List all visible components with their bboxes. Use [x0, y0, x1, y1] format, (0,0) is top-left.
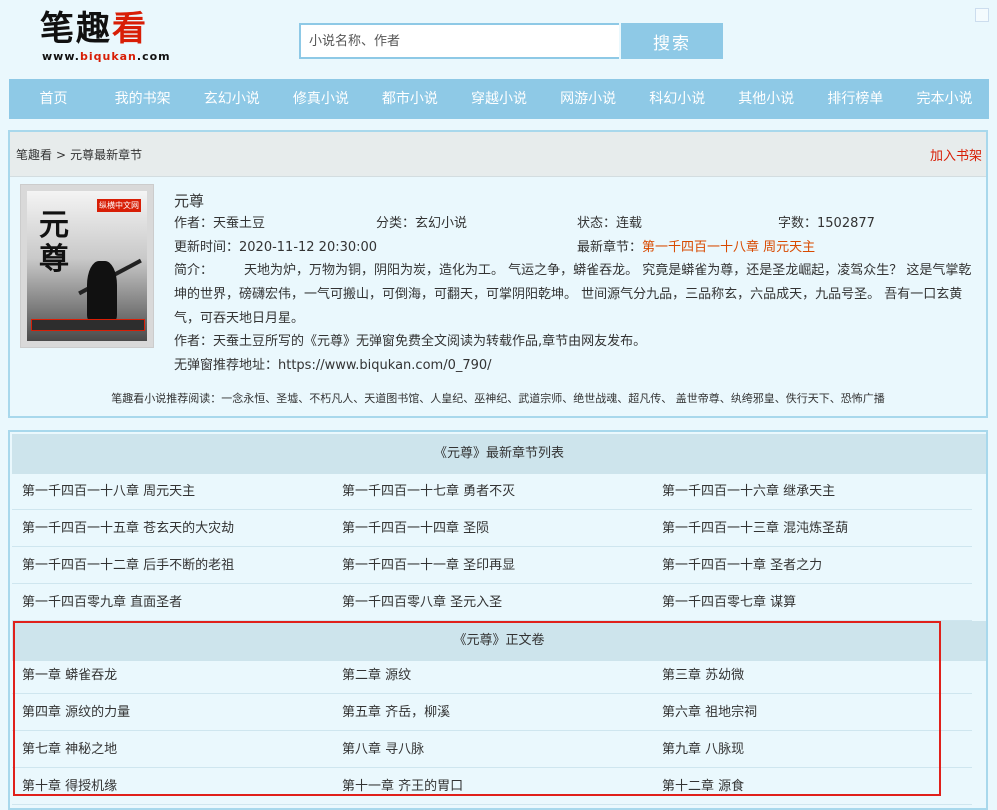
add-to-shelf-button[interactable]: 加入书架 — [930, 145, 982, 164]
latest-chapter-item[interactable]: 第一千四百零八章 圣元入圣 — [332, 585, 652, 621]
nav-item-completed[interactable]: 完本小说 — [900, 79, 989, 119]
recommend-url: 无弹窗推荐地址：https://www.biqukan.com/0_790/ — [174, 358, 492, 373]
latest-chapter-item[interactable]: 第一千四百一十章 圣者之力 — [652, 548, 972, 584]
nav-item-bookshelf[interactable]: 我的书架 — [98, 79, 187, 119]
main-nav: 首页 我的书架 玄幻小说 修真小说 都市小说 穿越小说 网游小说 科幻小说 其他… — [9, 79, 989, 119]
latest-chapter-item[interactable]: 第一千四百一十四章 圣陨 — [332, 511, 652, 547]
breadcrumb-separator: > — [56, 148, 67, 162]
logo-url: www.biqukan.com — [42, 50, 171, 63]
nav-item-urban[interactable]: 都市小说 — [365, 79, 454, 119]
chapter-item[interactable]: 第十二章 源食 — [652, 769, 972, 805]
cover-strip — [31, 319, 145, 331]
book-update-time: 更新时间：2020-11-12 20:30:00 — [174, 240, 378, 255]
intro-text: 天地为炉，万物为铜，阴阳为炭，造化为工。 气运之争，蟒雀吞龙。 究竟是蟒雀为尊，… — [174, 263, 972, 326]
book-author: 作者：天蚕土豆 — [174, 216, 266, 231]
search-button[interactable]: 搜索 — [621, 23, 723, 59]
nav-item-game[interactable]: 网游小说 — [544, 79, 633, 119]
site-logo[interactable]: 笔趣看 www.biqukan.com — [40, 8, 180, 64]
latest-chapter-link[interactable]: 第一千四百一十八章 周元天主 — [642, 240, 815, 255]
breadcrumb-bar: 笔趣看 > 元尊最新章节 加入书架 — [10, 132, 986, 177]
latest-chapter-item[interactable]: 第一千四百一十六章 继承天主 — [652, 474, 972, 510]
main-volume-heading: 《元尊》正文卷 — [12, 621, 986, 661]
book-status: 状态：连载 — [577, 216, 643, 231]
cover-figure-graphic — [87, 261, 117, 321]
nav-item-xianxia[interactable]: 修真小说 — [276, 79, 365, 119]
latest-chapter-item[interactable]: 第一千四百一十五章 苍玄天的大灾劫 — [12, 511, 332, 547]
book-word-count: 字数：1502877 — [778, 216, 875, 231]
logo-text: 笔趣看 — [40, 9, 148, 49]
latest-chapter-item[interactable]: 第一千四百一十二章 后手不断的老祖 — [12, 548, 332, 584]
book-cover[interactable]: 纵横中文网 元尊 — [20, 184, 154, 348]
cover-image: 纵横中文网 元尊 — [27, 191, 147, 341]
chapter-item[interactable]: 第九章 八脉现 — [652, 732, 972, 768]
breadcrumb: 笔趣看 > 元尊最新章节 — [16, 146, 142, 163]
nav-item-home[interactable]: 首页 — [9, 79, 98, 119]
chapter-item[interactable]: 第十章 得授机缘 — [12, 769, 332, 805]
book-title: 元尊 — [174, 192, 205, 210]
latest-chapter-item[interactable]: 第一千四百零七章 谋算 — [652, 585, 972, 621]
nav-item-time-travel[interactable]: 穿越小说 — [454, 79, 543, 119]
site-header: 笔趣看 www.biqukan.com 搜索 — [0, 0, 997, 72]
latest-chapter-label: 最新章节： — [577, 240, 643, 255]
nav-item-fantasy[interactable]: 玄幻小说 — [187, 79, 276, 119]
chapter-item[interactable]: 第六章 祖地宗祠 — [652, 695, 972, 731]
breadcrumb-home[interactable]: 笔趣看 — [16, 148, 52, 162]
search-input[interactable] — [299, 23, 619, 59]
book-info-panel: 笔趣看 > 元尊最新章节 加入书架 纵横中文网 元尊 元尊 作者：天蚕土豆 分类：玄… — [8, 130, 988, 418]
chapter-item[interactable]: 第八章 寻八脉 — [332, 732, 652, 768]
nav-item-ranking[interactable]: 排行榜单 — [811, 79, 900, 119]
chapter-item[interactable]: 第十一章 齐王的胃口 — [332, 769, 652, 805]
chapter-item[interactable]: 第五章 齐岳，柳溪 — [332, 695, 652, 731]
search-bar: 搜索 — [299, 23, 723, 59]
latest-chapter-item[interactable]: 第一千四百一十三章 混沌炼圣葫 — [652, 511, 972, 547]
chapter-list-panel: 《元尊》最新章节列表 第一千四百一十八章 周元天主 第一千四百一十七章 勇者不灭… — [8, 430, 988, 810]
latest-chapter-item[interactable]: 第一千四百一十七章 勇者不灭 — [332, 474, 652, 510]
chapter-item[interactable]: 第四章 源纹的力量 — [12, 695, 332, 731]
chapter-item[interactable]: 第三章 苏幼微 — [652, 658, 972, 694]
nav-item-other[interactable]: 其他小说 — [722, 79, 811, 119]
corner-checkbox[interactable] — [975, 8, 989, 22]
chapter-item[interactable]: 第二章 源纹 — [332, 658, 652, 694]
intro-label: 简介： — [174, 263, 214, 278]
latest-chapter-item[interactable]: 第一千四百一十一章 圣印再显 — [332, 548, 652, 584]
recommend-list: 笔趣看小说推荐阅读：一念永恒、圣墟、不朽凡人、天道图书馆、人皇纪、巫神纪、武道宗… — [111, 392, 885, 405]
author-note: 作者：天蚕土豆所写的《元尊》无弹窗免费全文阅读为转载作品,章节由网友发布。 — [174, 334, 647, 349]
book-latest: 最新章节：第一千四百一十八章 周元天主 — [577, 236, 815, 255]
cover-title: 元尊 — [39, 208, 69, 277]
latest-chapter-item[interactable]: 第一千四百零九章 直面圣者 — [12, 585, 332, 621]
nav-item-scifi[interactable]: 科幻小说 — [633, 79, 722, 119]
chapter-item[interactable]: 第七章 神秘之地 — [12, 732, 332, 768]
chapter-item[interactable]: 第一章 蟒雀吞龙 — [12, 658, 332, 694]
book-category: 分类：玄幻小说 — [376, 216, 468, 231]
breadcrumb-current: 元尊最新章节 — [70, 148, 143, 162]
latest-chapters-heading: 《元尊》最新章节列表 — [12, 434, 986, 474]
latest-chapter-item[interactable]: 第一千四百一十八章 周元天主 — [12, 474, 332, 510]
book-intro: 简介： 天地为炉，万物为铜，阴阳为炭，造化为工。 气运之争，蟒雀吞龙。 究竟是蟒雀… — [174, 259, 974, 331]
cover-badge: 纵横中文网 — [97, 199, 141, 212]
